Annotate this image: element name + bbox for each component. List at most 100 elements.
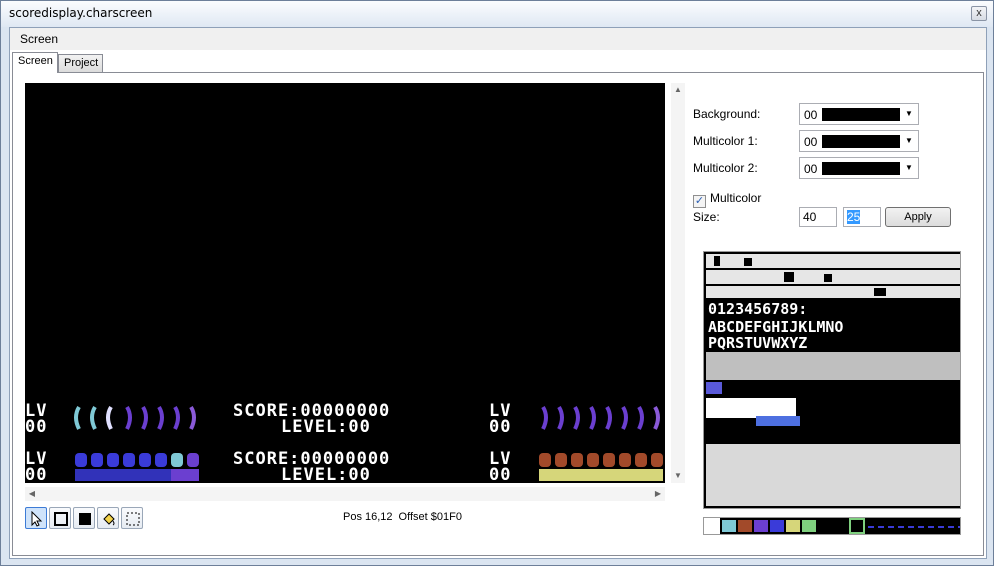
ghost-sprite <box>651 453 663 467</box>
title-bar: scoredisplay.charscreen x <box>1 1 993 27</box>
pointer-tool-button[interactable] <box>25 507 47 529</box>
energy-arc <box>589 405 596 430</box>
size-label: Size: <box>693 210 720 224</box>
charset-row <box>706 398 796 418</box>
multicolor1-select[interactable]: 00 ▼ <box>799 130 919 152</box>
pointer-icon <box>31 511 43 527</box>
multicolor-checkbox[interactable]: ✓ <box>693 195 706 208</box>
lv-value: 00 <box>489 465 512 484</box>
rectangle-filled-icon <box>79 513 91 525</box>
multicolor1-value: 00 <box>804 135 818 149</box>
tab-screen[interactable]: Screen <box>12 52 58 73</box>
palette-selected <box>849 518 865 534</box>
close-button[interactable]: x <box>971 6 987 21</box>
rectangle-outline-icon <box>54 512 68 526</box>
energy-arcs-left <box>74 405 196 430</box>
energy-arc <box>653 405 660 430</box>
energy-arc <box>637 405 644 430</box>
energy-arc <box>125 405 132 430</box>
ghost-sprite <box>91 453 103 467</box>
charset-colored-cells <box>756 416 800 426</box>
energy-arc <box>621 405 628 430</box>
height-input[interactable]: 25 <box>843 207 881 227</box>
chevron-down-icon[interactable]: ▼ <box>902 161 916 175</box>
energy-arcs-right <box>541 405 660 430</box>
memory-offset: Offset $01F0 <box>398 511 462 523</box>
multicolor2-select[interactable]: 00 ▼ <box>799 157 919 179</box>
chevron-down-icon[interactable]: ▼ <box>902 107 916 121</box>
energy-arc <box>557 405 564 430</box>
lv-value: 00 <box>25 465 48 484</box>
ghost-base <box>539 469 663 481</box>
height-value: 25 <box>847 210 861 224</box>
charset-cell <box>784 272 794 282</box>
palette-swatch <box>722 520 736 532</box>
screen-tab-page: LV 00 SCORE:00000000 LEVEL:00 LV 00 LV 0… <box>12 72 984 556</box>
window-title: scoredisplay.charscreen <box>9 6 153 20</box>
scroll-left-arrow-icon[interactable]: ◀ <box>25 487 39 501</box>
color-swatch <box>822 108 900 121</box>
charset-selected-cell <box>706 382 722 394</box>
energy-arc <box>74 405 81 430</box>
color-palette-strip[interactable] <box>703 517 961 535</box>
ghost-sprite <box>187 453 199 467</box>
ghost-sprite <box>155 453 167 467</box>
charset-cell <box>744 258 752 266</box>
energy-arc <box>605 405 612 430</box>
width-input[interactable]: 40 <box>799 207 837 227</box>
properties-panel: Background: 00 ▼ Multicolor 1: 00 ▼ Mult… <box>693 73 983 253</box>
fill-tool-button[interactable] <box>97 507 119 529</box>
multicolor-option[interactable]: ✓ Multicolor <box>693 191 761 208</box>
ghost-sprite <box>587 453 599 467</box>
ghost-sprite <box>603 453 615 467</box>
charset-row <box>706 286 960 298</box>
cursor-position: Pos 16,12 <box>343 511 393 523</box>
select-tool-button[interactable] <box>121 507 143 529</box>
palette-swatch <box>754 520 768 532</box>
vertical-scrollbar[interactable]: ▲ ▼ <box>671 83 685 483</box>
palette-swatches <box>704 518 960 534</box>
apply-button[interactable]: Apply <box>885 207 951 227</box>
charset-row <box>706 270 960 284</box>
charset-letters-p: PQRSTUVWXYZ <box>708 334 807 352</box>
fill-bucket-icon <box>103 513 115 526</box>
charset-cell <box>874 288 886 296</box>
charset-digits: 0123456789: <box>708 300 807 318</box>
scroll-down-arrow-icon[interactable]: ▼ <box>671 469 685 483</box>
color-swatch <box>822 162 900 175</box>
charset-cell <box>824 274 832 282</box>
document-panel: Screen Screen Project LV 00 SCORE:000000… <box>9 27 987 559</box>
ghost-sprite <box>139 453 151 467</box>
ghost-row-right <box>539 453 663 481</box>
rectangle-outline-tool-button[interactable] <box>49 507 71 529</box>
scroll-right-arrow-icon[interactable]: ▶ <box>651 487 665 501</box>
screen-editor-canvas[interactable]: LV 00 SCORE:00000000 LEVEL:00 LV 00 LV 0… <box>25 83 665 483</box>
tab-project[interactable]: Project <box>58 54 103 72</box>
ghost-sprite <box>107 453 119 467</box>
background-color-select[interactable]: 00 ▼ <box>799 103 919 125</box>
multicolor2-label: Multicolor 2: <box>693 161 758 175</box>
charset-row <box>706 444 960 506</box>
background-color-value: 00 <box>804 108 818 122</box>
palette-swatch <box>738 520 752 532</box>
ghost-sprite <box>75 453 87 467</box>
ghost-sprite <box>539 453 551 467</box>
menu-screen[interactable]: Screen <box>20 32 58 46</box>
ghost-sprite <box>171 453 183 467</box>
level-text: LEVEL:00 <box>281 465 371 484</box>
ghost-sprite <box>619 453 631 467</box>
horizontal-scrollbar[interactable]: ◀ ▶ <box>25 487 665 501</box>
multicolor1-label: Multicolor 1: <box>693 134 758 148</box>
level-text: LEVEL:00 <box>281 417 371 437</box>
multicolor-label: Multicolor <box>710 191 762 205</box>
chevron-down-icon[interactable]: ▼ <box>902 134 916 148</box>
energy-arc <box>173 405 180 430</box>
palette-swatch <box>802 520 816 532</box>
scroll-up-arrow-icon[interactable]: ▲ <box>671 83 685 97</box>
ghost-sprite <box>571 453 583 467</box>
selection-marquee-icon <box>126 512 140 526</box>
energy-arc <box>141 405 148 430</box>
rectangle-filled-tool-button[interactable] <box>73 507 95 529</box>
charset-cell <box>714 256 720 266</box>
charset-grid[interactable]: 0123456789: ABCDEFGHIJKLMNO PQRSTUVWXYZ <box>703 251 961 509</box>
